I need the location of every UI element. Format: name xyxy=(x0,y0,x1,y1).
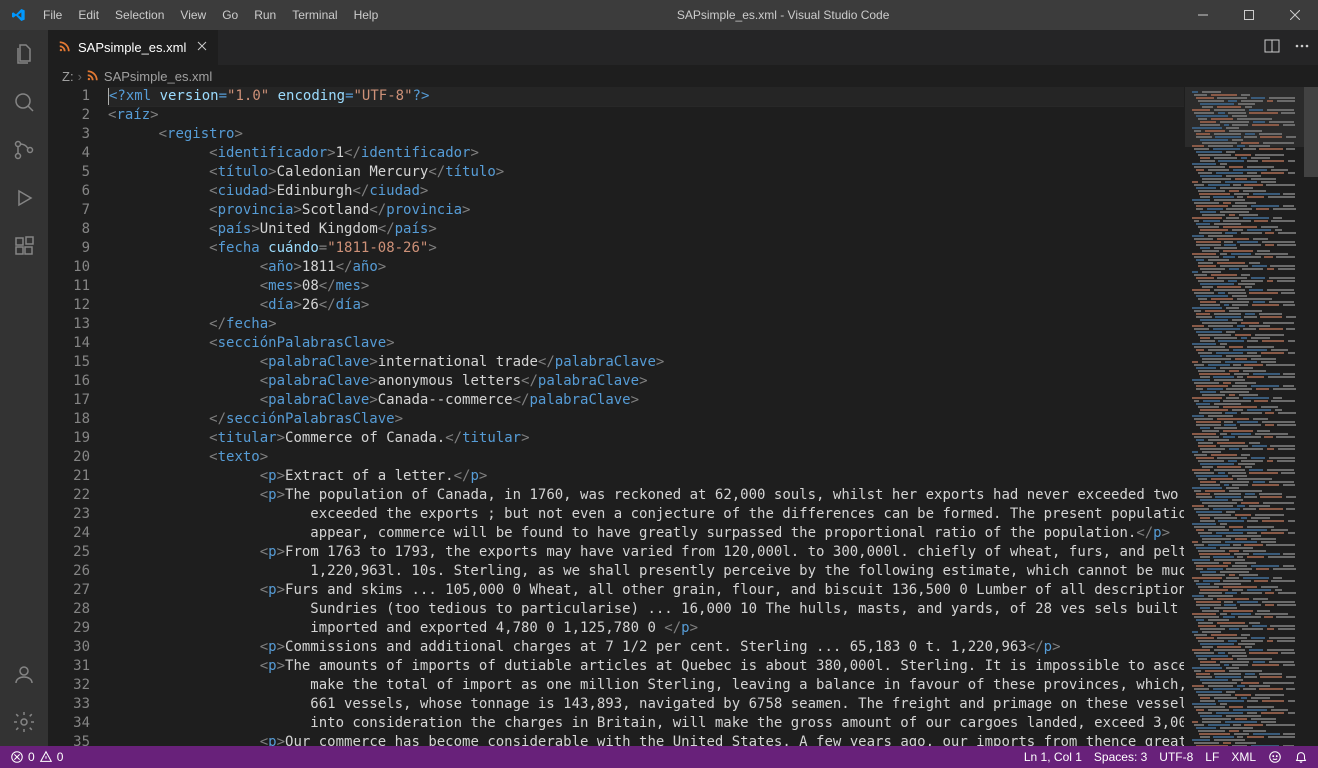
status-language[interactable]: XML xyxy=(1231,750,1256,764)
status-encoding[interactable]: UTF-8 xyxy=(1159,750,1193,764)
source-control-icon[interactable] xyxy=(0,126,48,174)
vscode-logo-icon xyxy=(0,7,35,23)
menu-bar: File Edit Selection View Go Run Terminal… xyxy=(35,0,386,30)
settings-gear-icon[interactable] xyxy=(0,698,48,746)
status-cursor[interactable]: Ln 1, Col 1 xyxy=(1024,750,1082,764)
title-bar: File Edit Selection View Go Run Terminal… xyxy=(0,0,1318,30)
status-spaces[interactable]: Spaces: 3 xyxy=(1094,750,1147,764)
minimap[interactable] xyxy=(1184,87,1304,746)
status-problems[interactable]: 0 0 xyxy=(10,750,63,764)
rss-file-icon xyxy=(58,39,72,56)
rss-file-icon xyxy=(86,68,100,85)
status-bar: 0 0 Ln 1, Col 1 Spaces: 3 UTF-8 LF XML xyxy=(0,746,1318,768)
status-eol[interactable]: LF xyxy=(1205,750,1219,764)
window-controls xyxy=(1180,0,1318,30)
tab-sapsimple[interactable]: SAPsimple_es.xml xyxy=(48,30,219,65)
menu-file[interactable]: File xyxy=(35,0,70,30)
maximize-button[interactable] xyxy=(1226,0,1272,30)
tab-close-icon[interactable] xyxy=(196,40,208,55)
more-actions-icon[interactable] xyxy=(1294,38,1310,57)
breadcrumbs[interactable]: Z: › SAPsimple_es.xml xyxy=(48,65,1318,87)
error-count: 0 xyxy=(28,750,35,764)
breadcrumb-file[interactable]: SAPsimple_es.xml xyxy=(104,69,212,84)
chevron-right-icon: › xyxy=(78,69,82,84)
run-debug-icon[interactable] xyxy=(0,174,48,222)
close-button[interactable] xyxy=(1272,0,1318,30)
split-editor-icon[interactable] xyxy=(1264,38,1280,57)
tab-label: SAPsimple_es.xml xyxy=(78,40,186,55)
code-content[interactable]: <?xml version="1.0" encoding="UTF-8"?><r… xyxy=(108,87,1184,746)
activity-bar xyxy=(0,30,48,746)
search-icon[interactable] xyxy=(0,78,48,126)
menu-view[interactable]: View xyxy=(172,0,214,30)
breadcrumb-drive[interactable]: Z: xyxy=(62,69,74,84)
vertical-scrollbar[interactable] xyxy=(1304,87,1318,746)
warning-count: 0 xyxy=(57,750,64,764)
menu-selection[interactable]: Selection xyxy=(107,0,172,30)
menu-edit[interactable]: Edit xyxy=(70,0,107,30)
tabs-row: SAPsimple_es.xml xyxy=(48,30,1318,65)
minimize-button[interactable] xyxy=(1180,0,1226,30)
line-number-gutter[interactable]: 1234567891011121314151617181920212223242… xyxy=(48,87,108,746)
menu-run[interactable]: Run xyxy=(246,0,284,30)
scrollbar-thumb[interactable] xyxy=(1304,87,1318,177)
menu-terminal[interactable]: Terminal xyxy=(284,0,345,30)
status-bell-icon[interactable] xyxy=(1294,750,1308,764)
accounts-icon[interactable] xyxy=(0,650,48,698)
explorer-icon[interactable] xyxy=(0,30,48,78)
menu-go[interactable]: Go xyxy=(214,0,246,30)
status-feedback-icon[interactable] xyxy=(1268,750,1282,764)
editor-body[interactable]: 1234567891011121314151617181920212223242… xyxy=(48,87,1318,746)
extensions-icon[interactable] xyxy=(0,222,48,270)
window-title: SAPsimple_es.xml - Visual Studio Code xyxy=(386,8,1180,22)
menu-help[interactable]: Help xyxy=(346,0,387,30)
